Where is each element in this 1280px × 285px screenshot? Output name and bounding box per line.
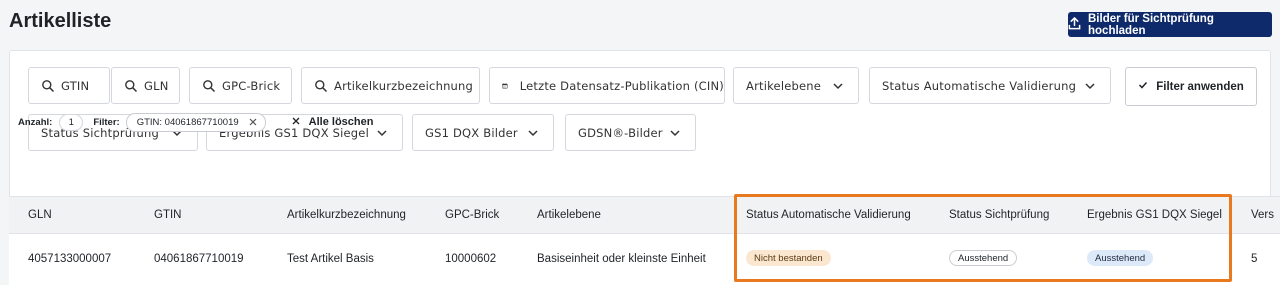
filter-gtin[interactable]: GTIN bbox=[28, 67, 110, 104]
table-row[interactable]: 4057133000007 04061867710019 Test Artike… bbox=[9, 234, 1280, 285]
cell-version: 5 bbox=[1251, 253, 1258, 265]
column-header-visual-check[interactable]: Status Sichtprüfung bbox=[949, 209, 1049, 221]
clear-all-label: Alle löschen bbox=[308, 116, 374, 128]
upload-images-label: Bilder für Sichtprüfung hochladen bbox=[1088, 12, 1214, 37]
upload-icon bbox=[1068, 16, 1081, 33]
column-header-dqx-result[interactable]: Ergebnis GS1 DQX Siegel bbox=[1087, 209, 1222, 221]
filter-gln-label: GLN bbox=[144, 78, 169, 93]
filter-last-publication-date[interactable]: Letzte Datensatz-Publikation (CIN) bbox=[489, 67, 725, 104]
column-header-article-level[interactable]: Artikelebene bbox=[537, 209, 601, 221]
table-header: GLN GTIN Artikelkurzbezeichnung GPC-Bric… bbox=[9, 197, 1280, 234]
search-icon bbox=[124, 79, 138, 93]
cell-gln: 4057133000007 bbox=[28, 253, 112, 265]
filter-gdsn-images-label: GDSN®-Bilder bbox=[578, 125, 663, 140]
status-badge-auto-validation: Nicht bestanden bbox=[746, 250, 831, 266]
column-header-gln[interactable]: GLN bbox=[28, 209, 52, 221]
cell-article-level: Basiseinheit oder kleinste Einheit bbox=[537, 253, 706, 265]
filter-dqx-images[interactable]: GS1 DQX Bilder bbox=[412, 114, 554, 151]
page-title: Artikelliste bbox=[9, 10, 112, 32]
count-label: Anzahl: bbox=[18, 116, 53, 128]
column-header-version[interactable]: Vers bbox=[1251, 209, 1274, 221]
column-header-gtin[interactable]: GTIN bbox=[154, 209, 181, 221]
chevron-down-icon bbox=[669, 127, 681, 139]
upload-images-button[interactable]: Bilder für Sichtprüfung hochladen bbox=[1068, 12, 1272, 37]
filter-auto-validation-status[interactable]: Status Automatische Validierung bbox=[869, 67, 1111, 104]
search-icon bbox=[314, 79, 328, 93]
chevron-down-icon bbox=[1084, 80, 1096, 92]
close-icon bbox=[292, 116, 300, 128]
filter-article-name[interactable]: Artikelkurzbezeichnung bbox=[301, 67, 480, 104]
apply-filter-button[interactable]: Filter anwenden bbox=[1125, 67, 1257, 106]
column-header-article-name[interactable]: Artikelkurzbezeichnung bbox=[287, 209, 406, 221]
chevron-down-icon bbox=[527, 127, 539, 139]
column-header-gpc-brick[interactable]: GPC-Brick bbox=[445, 209, 499, 221]
filter-gtin-label: GTIN bbox=[61, 78, 90, 93]
status-badge-visual-check: Ausstehend bbox=[949, 250, 1018, 266]
clear-all-button[interactable]: Alle löschen bbox=[292, 116, 374, 128]
count-badge: 1 bbox=[59, 113, 84, 131]
search-icon bbox=[202, 79, 216, 93]
cell-gtin: 04061867710019 bbox=[154, 253, 244, 265]
checkmark-icon bbox=[1138, 80, 1148, 93]
chevron-down-icon bbox=[376, 127, 388, 139]
active-filter-chip: GTIN: 04061867710019 bbox=[125, 112, 266, 132]
filter-gln[interactable]: GLN bbox=[111, 67, 180, 104]
filter-gdsn-images[interactable]: GDSN®-Bilder bbox=[565, 114, 696, 151]
filter-gpc-brick[interactable]: GPC-Brick bbox=[189, 67, 292, 104]
filter-last-publication-label: Letzte Datensatz-Publikation (CIN) bbox=[519, 78, 724, 93]
cell-gpc-brick: 10000602 bbox=[445, 253, 497, 265]
cell-article-name: Test Artikel Basis bbox=[287, 253, 374, 265]
filter-dqx-images-label: GS1 DQX Bilder bbox=[425, 125, 518, 140]
column-header-auto-validation[interactable]: Status Automatische Validierung bbox=[746, 209, 911, 221]
filter-label: Filter: bbox=[93, 116, 120, 128]
filter-summary: Anzahl: 1 Filter: GTIN: 04061867710019 A… bbox=[18, 112, 373, 132]
calendar-icon bbox=[502, 76, 508, 96]
filter-gpc-brick-label: GPC-Brick bbox=[222, 78, 281, 93]
status-badge-dqx-result: Ausstehend bbox=[1087, 250, 1154, 266]
article-table: GLN GTIN Artikelkurzbezeichnung GPC-Bric… bbox=[9, 196, 1280, 285]
filter-auto-validation-label: Status Automatische Validierung bbox=[882, 78, 1077, 93]
apply-filter-label: Filter anwenden bbox=[1156, 80, 1244, 93]
chevron-down-icon bbox=[832, 80, 844, 92]
filter-article-name-label: Artikelkurzbezeichnung bbox=[334, 78, 474, 93]
remove-filter-icon[interactable] bbox=[249, 118, 257, 126]
filter-article-level[interactable]: Artikelebene bbox=[733, 67, 859, 104]
filter-article-level-label: Artikelebene bbox=[746, 78, 822, 93]
active-filter-text: GTIN: 04061867710019 bbox=[136, 116, 239, 128]
search-icon bbox=[41, 79, 55, 93]
